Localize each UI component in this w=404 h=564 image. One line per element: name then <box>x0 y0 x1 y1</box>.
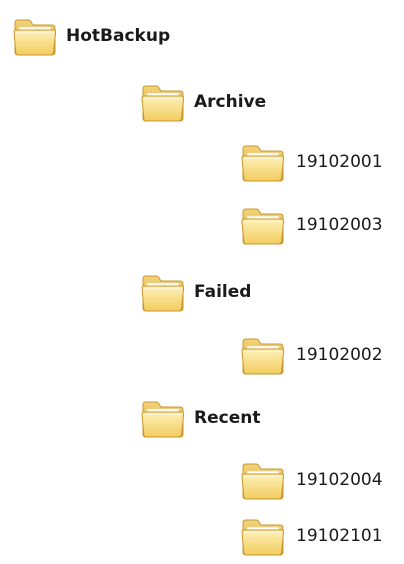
folder-icon <box>12 14 58 58</box>
folder-icon <box>240 514 286 558</box>
tree-node-failed[interactable]: Failed <box>140 267 251 317</box>
tree-node-label: 19102001 <box>296 152 383 172</box>
tree-node-19102004[interactable]: 19102004 <box>240 455 383 505</box>
tree-node-label: HotBackup <box>66 26 171 46</box>
tree-node-19102001[interactable]: 19102001 <box>240 137 383 187</box>
tree-node-19102101[interactable]: 19102101 <box>240 511 383 561</box>
tree-node-19102003[interactable]: 19102003 <box>240 200 383 250</box>
folder-icon <box>140 396 186 440</box>
tree-node-label: 19102101 <box>296 526 383 546</box>
folder-icon <box>240 203 286 247</box>
folder-icon <box>140 270 186 314</box>
tree-node-label: Archive <box>194 92 267 112</box>
tree-node-archive[interactable]: Archive <box>140 77 266 127</box>
tree-node-label: 19102004 <box>296 470 383 490</box>
folder-icon <box>240 140 286 184</box>
folder-icon <box>240 458 286 502</box>
tree-node-hotbackup[interactable]: HotBackup <box>12 11 170 61</box>
tree-node-19102002[interactable]: 19102002 <box>240 330 383 380</box>
tree-node-label: 19102002 <box>296 345 383 365</box>
tree-node-recent[interactable]: Recent <box>140 393 260 443</box>
tree-node-label: 19102003 <box>296 215 383 235</box>
folder-icon <box>140 80 186 124</box>
folder-icon <box>240 333 286 377</box>
tree-node-label: Recent <box>194 408 261 428</box>
tree-node-label: Failed <box>194 282 252 302</box>
folder-tree: HotBackup Archive 19102001 19102003 Fail… <box>0 0 404 564</box>
